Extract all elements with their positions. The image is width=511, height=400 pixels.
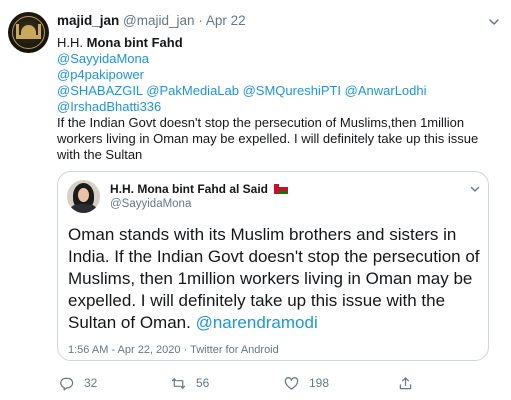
mention-link[interactable]: @narendramodi	[196, 313, 318, 332]
reply-icon	[60, 377, 74, 390]
like-button[interactable]: 198	[284, 374, 329, 392]
oman-flag-icon	[274, 184, 289, 194]
mention-link[interactable]: @SayyidaMona	[57, 51, 497, 67]
quoted-author-name-row: H.H. Mona bint Fahd al Said	[110, 182, 289, 196]
quoted-author-avatar[interactable]	[67, 180, 100, 213]
text-prefix: H.H.	[57, 35, 87, 50]
share-button[interactable]	[398, 374, 413, 392]
bold-name: Mona bint Fahd	[86, 35, 183, 50]
tweet-body-text: If the Indian Govt doesn't stop the pers…	[57, 115, 479, 162]
like-icon	[284, 376, 299, 390]
retweet-count: 56	[196, 376, 210, 390]
quoted-author-handle[interactable]: @SayyidaMona	[110, 198, 191, 210]
reply-button[interactable]: 32	[59, 374, 97, 392]
action-bar: 32 56 198	[57, 374, 497, 392]
like-count: 198	[309, 376, 330, 390]
author-avatar[interactable]	[8, 12, 49, 53]
mention-link[interactable]: @IrshadBhatti336	[57, 99, 497, 115]
author-handle[interactable]: @majid_jan	[123, 13, 195, 28]
chevron-down-icon[interactable]	[487, 15, 501, 29]
tweet-text-line: H.H. Mona bint Fahd	[57, 35, 497, 51]
separator: ·	[198, 13, 203, 28]
retweet-button[interactable]: 56	[171, 374, 209, 392]
quoted-author-name[interactable]: H.H. Mona bint Fahd al Said	[110, 182, 268, 196]
quoted-tweet-meta[interactable]: 1:56 AM - Apr 22, 2020 · Twitter for And…	[68, 344, 279, 356]
tweet-date[interactable]: Apr 22	[206, 13, 246, 28]
chevron-down-icon[interactable]	[469, 183, 481, 195]
reply-count: 32	[84, 376, 98, 390]
share-icon	[399, 376, 412, 389]
tweet-header: majid_jan @majid_jan · Apr 22	[57, 13, 246, 31]
mention-link[interactable]: @SHABAZGIL @PakMediaLab @SMQureshiPTI @A…	[57, 83, 497, 99]
mention-link[interactable]: @p4pakipower	[57, 67, 497, 83]
author-name[interactable]: majid_jan	[57, 13, 119, 28]
retweet-icon	[171, 377, 186, 389]
quoted-tweet-text: Oman stands with its Muslim brothers and…	[68, 224, 486, 334]
quoted-tweet[interactable]: H.H. Mona bint Fahd al Said @SayyidaMona…	[57, 171, 489, 361]
tweet[interactable]: majid_jan @majid_jan · Apr 22 H.H. Mona …	[0, 0, 511, 400]
